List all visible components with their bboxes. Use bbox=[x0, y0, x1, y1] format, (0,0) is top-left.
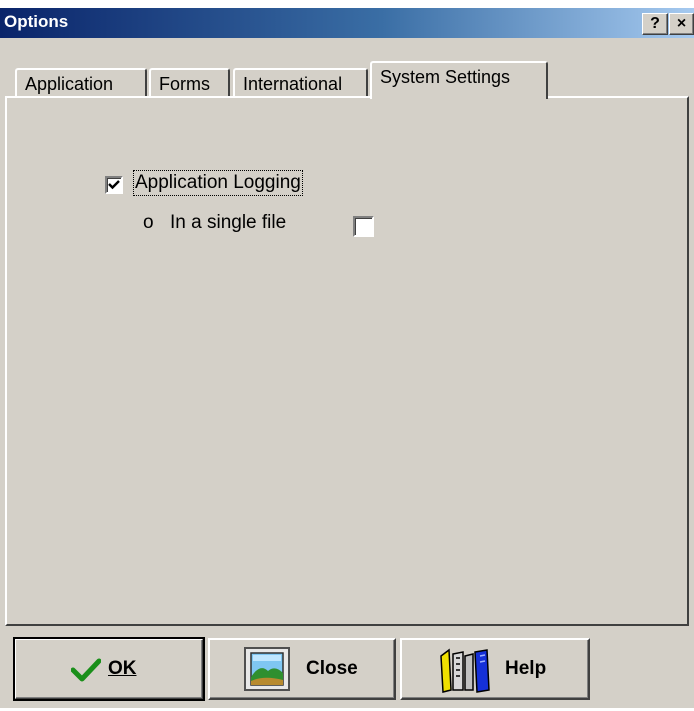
help-button[interactable]: Help bbox=[400, 638, 590, 700]
title-close-button[interactable]: × bbox=[669, 13, 694, 35]
tab-forms[interactable]: Forms bbox=[149, 68, 230, 96]
close-label: Close bbox=[306, 658, 358, 679]
checkmark-icon bbox=[108, 180, 120, 190]
tab-system-settings[interactable]: System Settings bbox=[370, 61, 548, 99]
tab-strip: Application Forms International System S… bbox=[0, 38, 694, 99]
tab-international[interactable]: International bbox=[233, 68, 368, 96]
ok-button[interactable]: OK bbox=[13, 637, 205, 701]
title-bar[interactable]: Options ? × bbox=[0, 8, 694, 38]
application-logging-checkbox[interactable] bbox=[105, 176, 123, 194]
application-logging-label[interactable]: Application Logging bbox=[133, 170, 303, 196]
window-title: Options bbox=[4, 12, 69, 31]
close-button[interactable]: Close bbox=[208, 638, 396, 700]
options-dialog: Options ? × Application Forms Internatio… bbox=[0, 8, 694, 708]
single-file-checkbox[interactable] bbox=[353, 216, 374, 237]
checkmark-icon bbox=[71, 658, 101, 682]
help-label: Help bbox=[505, 658, 547, 679]
background-strip bbox=[0, 0, 694, 8]
ok-label: OK bbox=[108, 658, 137, 679]
system-settings-panel: Application Logging o In a single file bbox=[5, 96, 689, 626]
tab-application[interactable]: Application bbox=[15, 68, 147, 96]
single-file-label: In a single file bbox=[170, 212, 287, 233]
picture-frame-icon bbox=[244, 647, 290, 691]
title-help-button[interactable]: ? bbox=[642, 13, 668, 35]
bullet-marker: o bbox=[143, 212, 154, 233]
books-icon bbox=[440, 648, 490, 693]
